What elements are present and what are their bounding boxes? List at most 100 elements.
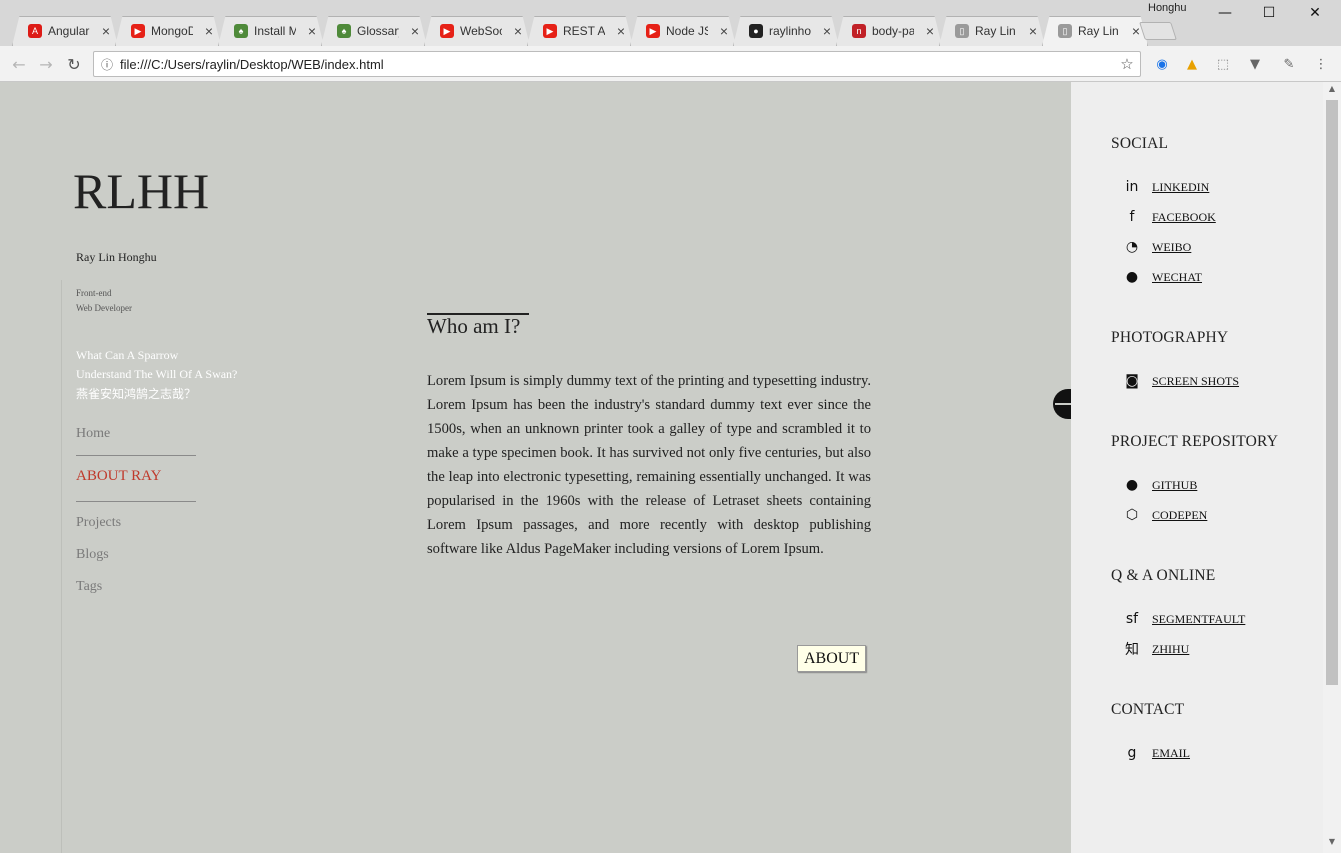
scrollbar-thumb[interactable] [1326,100,1338,685]
site-title: RLHH [73,163,210,219]
tab-title: WebSocket [460,24,502,38]
browser-tab[interactable]: A Angular × [6,16,124,46]
close-tab-icon[interactable]: × [823,23,831,39]
sidebar-link-label[interactable]: CODEPEN [1152,508,1207,523]
close-tab-icon[interactable]: × [1029,23,1037,39]
tab-title: MongoDB [151,24,193,38]
sidebar-link-label[interactable]: GITHUB [1152,478,1197,493]
sidebar-link-segmentfault[interactable]: sf SEGMENTFAULT [1121,609,1245,629]
nav-about-ray[interactable]: ABOUT RAY [76,468,161,485]
sidebar-link-label[interactable]: SEGMENTFAULT [1152,612,1245,627]
page-scrollbar[interactable]: ▲ ▼ [1323,82,1341,853]
sidebar-link-linkedin[interactable]: in LINKEDIN [1121,177,1210,197]
youtube-icon: ▶ [646,24,660,38]
sidebar-link-wechat[interactable]: ● WECHAT [1121,267,1202,287]
new-tab-button[interactable] [1139,22,1177,40]
close-tab-icon[interactable]: × [1132,23,1140,39]
close-tab-icon[interactable]: × [411,23,419,39]
sidebar-link-weibo[interactable]: ◔ WEIBO [1121,237,1191,257]
sidebar-link-codepen[interactable]: ⬡ CODEPEN [1121,505,1207,525]
scroll-down-arrow-icon[interactable]: ▼ [1323,837,1341,851]
browser-toolbar: ← → ↻ ⓘ file:///C:/Users/raylin/Desktop/… [0,46,1341,82]
close-tab-icon[interactable]: × [617,23,625,39]
right-sidebar: SOCIAL in LINKEDIN f FACEBOOK ◔ WEIBO ● WECHAT … [1071,82,1323,853]
google-drive-icon[interactable]: ▲ [1182,55,1202,73]
close-tab-icon[interactable]: × [102,23,110,39]
browser-tab[interactable]: ● raylinhonghu × [727,16,845,46]
section-title-photography: PHOTOGRAPHY [1111,329,1229,346]
close-tab-icon[interactable]: × [514,23,522,39]
browser-tab[interactable]: ▯ Ray Lin × [1036,16,1154,46]
close-tab-icon[interactable]: × [926,23,934,39]
sidebar-link-label[interactable]: ZHIHU [1152,642,1189,657]
sidebar-link-zhihu[interactable]: 知 ZHIHU [1121,639,1189,659]
nav-blogs[interactable]: Blogs [76,547,109,563]
nav-projects[interactable]: Projects [76,515,121,531]
address-bar[interactable]: ⓘ file:///C:/Users/raylin/Desktop/WEB/in… [93,51,1141,77]
tab-title: Ray Lin [975,24,1016,38]
browser-tab[interactable]: ▯ Ray Lin × [933,16,1051,46]
info-icon[interactable]: ⓘ [94,56,120,73]
tab-title: REST API [563,24,605,38]
sidebar-link-label[interactable]: EMAIL [1152,746,1190,761]
vertical-divider [61,280,62,853]
profile-name[interactable]: Honghu [1148,2,1187,14]
close-tab-icon[interactable]: × [720,23,728,39]
reload-icon[interactable]: ↻ [62,52,86,76]
close-window-button[interactable]: ✕ [1292,2,1338,24]
sidebar-link-email[interactable]: g EMAIL [1121,743,1190,763]
sidebar-toggle-tab[interactable] [1053,389,1071,419]
menu-kebab-icon[interactable]: ⋮ [1311,55,1331,73]
segmentfault-icon: sf [1125,611,1139,627]
quote-line-2: Understand The Will Of A Swan? [76,367,238,381]
sidebar-link-screen-shots[interactable]: ◙ SCREEN SHOTS [1121,371,1239,391]
eyedropper-icon[interactable]: ✎ [1279,55,1299,73]
close-tab-icon[interactable]: × [308,23,316,39]
section-title-repository: PROJECT REPOSITORY [1111,433,1279,450]
vue-devtools-icon[interactable]: ▼ [1245,55,1265,73]
browser-tab[interactable]: ♠ Glossary × [315,16,433,46]
zhihu-icon: 知 [1125,642,1139,658]
google-plus-icon: g [1127,745,1137,761]
forward-arrow-icon[interactable]: → [34,52,58,76]
tab-title: Glossary [357,24,399,38]
sidebar-link-label[interactable]: LINKEDIN [1152,180,1209,195]
section-title-social: SOCIAL [1111,135,1169,152]
bookmark-star-icon[interactable]: ☆ [1114,55,1140,73]
nav-tags[interactable]: Tags [76,579,102,595]
left-column: RLHH Ray Lin Honghu Front-end Web Develo… [0,82,380,853]
url-text[interactable]: file:///C:/Users/raylin/Desktop/WEB/inde… [120,57,1114,72]
scroll-up-arrow-icon[interactable]: ▲ [1323,84,1341,98]
browser-tab[interactable]: ▶ Node JS × [624,16,742,46]
sidebar-link-github[interactable]: ● GITHUB [1121,475,1197,495]
youtube-icon: ▶ [440,24,454,38]
sidebar-link-label[interactable]: WECHAT [1152,270,1202,285]
tab-title: raylinhonghu [769,24,811,38]
section-heading: Who am I? [427,314,521,338]
back-arrow-icon[interactable]: ← [7,52,31,76]
linkedin-icon: in [1125,179,1139,195]
browser-tab[interactable]: ▶ WebSocket × [418,16,536,46]
pdf-extension-icon[interactable]: ⬚ [1213,55,1233,73]
angular-icon: A [28,24,42,38]
close-tab-icon[interactable]: × [205,23,213,39]
wechat-icon: ● [1125,269,1139,285]
browser-tab[interactable]: ♠ Install MongoDB × [212,16,330,46]
sidebar-link-label[interactable]: WEIBO [1152,240,1191,255]
extension-off-icon[interactable]: ◉ [1152,55,1172,73]
sidebar-link-label[interactable]: FACEBOOK [1152,210,1216,225]
youtube-icon: ▶ [543,24,557,38]
maximize-button[interactable]: ☐ [1246,2,1292,24]
sidebar-link-facebook[interactable]: f FACEBOOK [1121,207,1216,227]
browser-tab[interactable]: ▶ MongoDB × [109,16,227,46]
mongodb-leaf-icon: ♠ [234,24,248,38]
tab-title: Angular [48,24,90,38]
browser-tab[interactable]: ▶ REST API × [521,16,639,46]
page-viewport: RLHH Ray Lin Honghu Front-end Web Develo… [0,82,1341,853]
about-button[interactable]: ABOUT [797,645,867,672]
nav-divider [76,501,196,502]
browser-tab[interactable]: n body-parser × [830,16,948,46]
sidebar-link-label[interactable]: SCREEN SHOTS [1152,374,1239,389]
minimize-button[interactable]: — [1202,2,1248,24]
nav-home[interactable]: Home [76,426,110,442]
